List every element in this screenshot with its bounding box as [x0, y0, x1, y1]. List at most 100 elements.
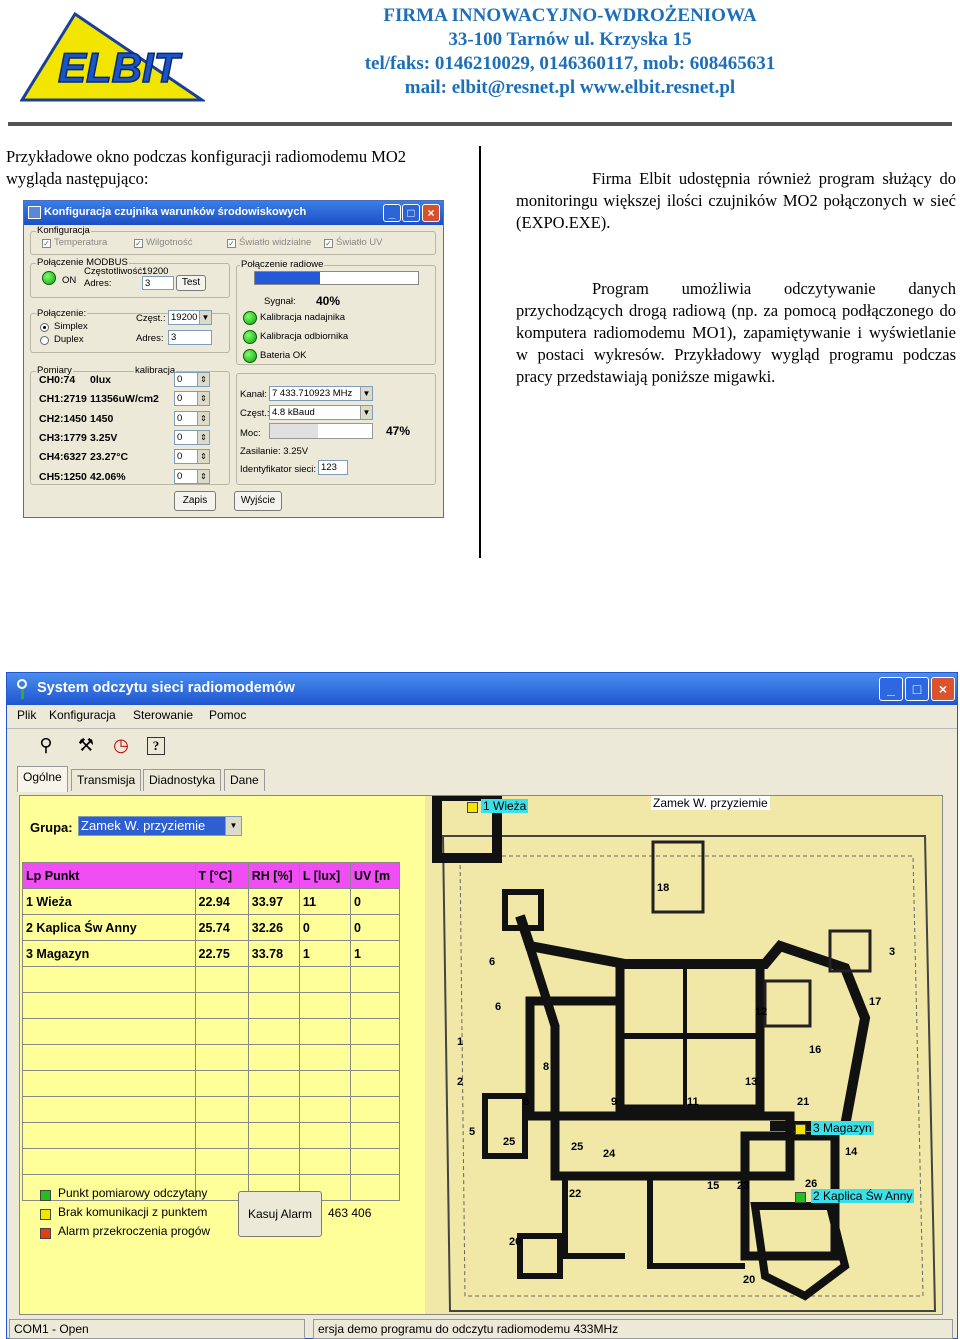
- close-icon[interactable]: ×: [931, 677, 955, 701]
- group-select[interactable]: Zamek W. przyziemie ▼: [78, 816, 242, 836]
- map-point-3[interactable]: 3 Magazyn: [811, 1121, 874, 1135]
- legend-ok: Punkt pomiarowy odczytany: [58, 1186, 208, 1200]
- map-point-1-marker[interactable]: [467, 802, 478, 813]
- chevron-down-icon[interactable]: ▼: [360, 406, 372, 419]
- close-icon[interactable]: ×: [422, 204, 440, 222]
- map-room-number: 14: [845, 1146, 858, 1158]
- check-temp[interactable]: ✓: [42, 239, 51, 248]
- simplex-radio[interactable]: [40, 323, 49, 332]
- kanal-select-value: 7 433.710923 MHz: [272, 388, 353, 399]
- map-room-number: 16: [809, 1044, 822, 1056]
- spinner-icon[interactable]: ⇕: [197, 450, 209, 464]
- help-icon[interactable]: ?: [147, 737, 165, 755]
- czest-select[interactable]: 19200 ▼: [168, 310, 212, 325]
- kanal-label: Kanał:: [240, 389, 267, 400]
- map-title: Zamek W. przyziemie: [651, 796, 770, 810]
- chevron-down-icon[interactable]: ▼: [199, 311, 211, 324]
- check-light[interactable]: ✓: [227, 239, 236, 248]
- map-point-2[interactable]: 2 Kaplica Św Anny: [811, 1189, 915, 1203]
- castle-plan: [432, 796, 937, 1312]
- tab-diadnostyka[interactable]: Diadnostyka: [143, 769, 222, 791]
- menu-sterowanie[interactable]: Sterowanie: [133, 708, 193, 722]
- battery-label: Bateria OK: [260, 350, 307, 361]
- kanal-select[interactable]: 7 433.710923 MHz ▼: [269, 386, 373, 401]
- spinner-icon[interactable]: ⇕: [197, 430, 209, 444]
- minimize-icon[interactable]: _: [383, 204, 401, 222]
- spinner-icon[interactable]: ⇕: [197, 373, 209, 386]
- header-rule: [8, 122, 952, 126]
- adres2-input[interactable]: 3: [168, 330, 212, 345]
- check-temp-label: Temperatura: [54, 237, 108, 248]
- addr-input[interactable]: 3: [142, 276, 174, 290]
- table-row-empty: [22, 1148, 401, 1175]
- channel-calibration-input[interactable]: 0 ⇕: [174, 410, 210, 426]
- table-cell-empty: [298, 1122, 351, 1149]
- signal-value: 40%: [316, 294, 341, 308]
- tab-ogolne[interactable]: Ogólne: [17, 766, 68, 792]
- table-cell: 25.74: [194, 914, 249, 941]
- map-room-number: 6: [489, 956, 496, 968]
- table-row[interactable]: 3 Magazyn 22.75 33.78 1 1: [22, 940, 401, 967]
- channel-calibration-input[interactable]: 0 ⇕: [174, 468, 210, 484]
- column-divider: [479, 146, 481, 558]
- table-row[interactable]: 1 Wieża 22.94 33.97 11 0: [22, 888, 401, 915]
- channel-calibration-value: 0: [177, 451, 183, 463]
- menu-plik[interactable]: Plik: [17, 708, 36, 722]
- channel-calibration-input[interactable]: 0 ⇕: [174, 391, 210, 407]
- col-header-l: L [lux]: [298, 862, 351, 889]
- test-button[interactable]: Test: [176, 275, 206, 291]
- table-cell: 1 Wieża: [22, 888, 196, 915]
- table-cell-empty: [349, 1096, 401, 1123]
- menu-konfiguracja[interactable]: Konfiguracja: [49, 708, 116, 722]
- map-point-1[interactable]: 1 Wieża: [481, 799, 529, 813]
- check-uv[interactable]: ✓: [324, 239, 333, 248]
- adres2-label: Adres:: [136, 333, 164, 344]
- map-point-3-marker[interactable]: [795, 1124, 806, 1135]
- status-right: ersja demo programu do odczytu radiomode…: [313, 1319, 953, 1339]
- czest2-select[interactable]: 4.8 kBaud ▼: [269, 405, 373, 420]
- table-cell-empty: [298, 1070, 351, 1097]
- save-button[interactable]: Zapis: [174, 491, 216, 511]
- simplex-label: Simplex: [54, 321, 88, 332]
- table-row-empty: [22, 1122, 401, 1149]
- chevron-down-icon[interactable]: ▼: [360, 387, 372, 400]
- minimize-icon[interactable]: _: [879, 677, 903, 701]
- channel-id: CH1:2719: [39, 393, 87, 406]
- channel-calibration-input[interactable]: 0 ⇕: [174, 429, 210, 445]
- duplex-radio[interactable]: [40, 336, 49, 345]
- col-header-uv: UV [m: [349, 862, 401, 889]
- clear-alarm-button[interactable]: Kasuj Alarm: [238, 1191, 322, 1237]
- tools-icon[interactable]: ⚒: [75, 735, 97, 757]
- map-point-2-marker[interactable]: [795, 1192, 806, 1203]
- tab-dane[interactable]: Dane: [224, 769, 265, 791]
- menu-pomoc[interactable]: Pomoc: [209, 708, 246, 722]
- spinner-icon[interactable]: ⇕: [197, 411, 209, 425]
- col-header-rh: RH [%]: [247, 862, 300, 889]
- maximize-icon[interactable]: □: [905, 677, 929, 701]
- tab-transmisja[interactable]: Transmisja: [71, 769, 142, 791]
- table-cell-empty: [194, 992, 249, 1019]
- channel-calibration-input[interactable]: 0 ⇕: [174, 372, 210, 387]
- spinner-icon[interactable]: ⇕: [197, 392, 209, 406]
- conn-label: Połączenie:: [36, 308, 88, 319]
- channel-calibration-value: 0: [177, 412, 183, 424]
- table-cell: 11: [298, 888, 351, 915]
- clock-icon[interactable]: ◷: [110, 735, 132, 757]
- spinner-icon[interactable]: ⇕: [197, 469, 209, 483]
- legend-nocomm: Brak komunikacji z punktem: [58, 1205, 208, 1219]
- maximize-icon[interactable]: □: [402, 204, 420, 222]
- table-cell-empty: [349, 1174, 401, 1201]
- channel-calibration-input[interactable]: 0 ⇕: [174, 449, 210, 465]
- table-row[interactable]: 2 Kaplica Św Anny 25.74 32.26 0 0: [22, 914, 401, 941]
- exit-button[interactable]: Wyjście: [234, 491, 282, 511]
- col-header-t: T [°C]: [194, 862, 249, 889]
- dialog-titlebar: Konfiguracja czujnika warunków środowisk…: [24, 201, 443, 225]
- lamp-icon[interactable]: ⚲: [35, 735, 57, 757]
- chevron-down-icon[interactable]: ▼: [225, 817, 241, 835]
- alarm-count: 463 406: [328, 1206, 372, 1220]
- cal-rx-label: Kalibracja odbiornika: [260, 331, 349, 342]
- check-humidity[interactable]: ✓: [134, 239, 143, 248]
- ident-input[interactable]: 123: [318, 460, 348, 475]
- channel-calibration-value: 0: [177, 374, 183, 385]
- table-cell-empty: [22, 992, 196, 1019]
